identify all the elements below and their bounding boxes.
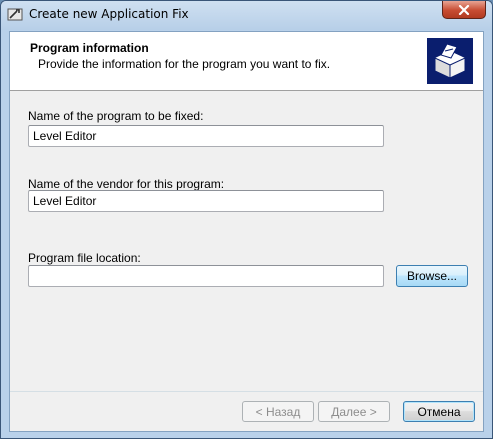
file-location-field[interactable] xyxy=(28,265,384,287)
program-name-label: Name of the program to be fixed: xyxy=(28,109,204,123)
next-button[interactable]: Далее > xyxy=(318,401,390,422)
page-subtitle: Provide the information for the program … xyxy=(38,57,331,71)
cancel-button[interactable]: Отмена xyxy=(403,401,475,422)
footer-separator xyxy=(10,391,483,392)
browse-button[interactable]: Browse... xyxy=(396,265,468,287)
wizard-header: Program information Provide the informat… xyxy=(10,32,483,91)
file-location-label: Program file location: xyxy=(28,251,141,265)
page-title: Program information xyxy=(30,41,149,55)
close-button[interactable] xyxy=(442,1,486,19)
close-icon xyxy=(458,1,470,19)
program-name-field[interactable]: Level Editor xyxy=(28,125,384,147)
vendor-name-field[interactable]: Level Editor xyxy=(28,190,384,212)
dialog-client-area: Program information Provide the informat… xyxy=(9,31,484,432)
back-button[interactable]: < Назад xyxy=(242,401,314,422)
vendor-name-label: Name of the vendor for this program: xyxy=(28,177,225,191)
title-bar[interactable]: Create new Application Fix xyxy=(1,1,492,30)
wrench-app-icon xyxy=(7,6,23,22)
app-window: Create new Application Fix Program infor… xyxy=(0,0,493,439)
program-box-icon xyxy=(427,38,473,84)
window-title: Create new Application Fix xyxy=(29,7,189,21)
